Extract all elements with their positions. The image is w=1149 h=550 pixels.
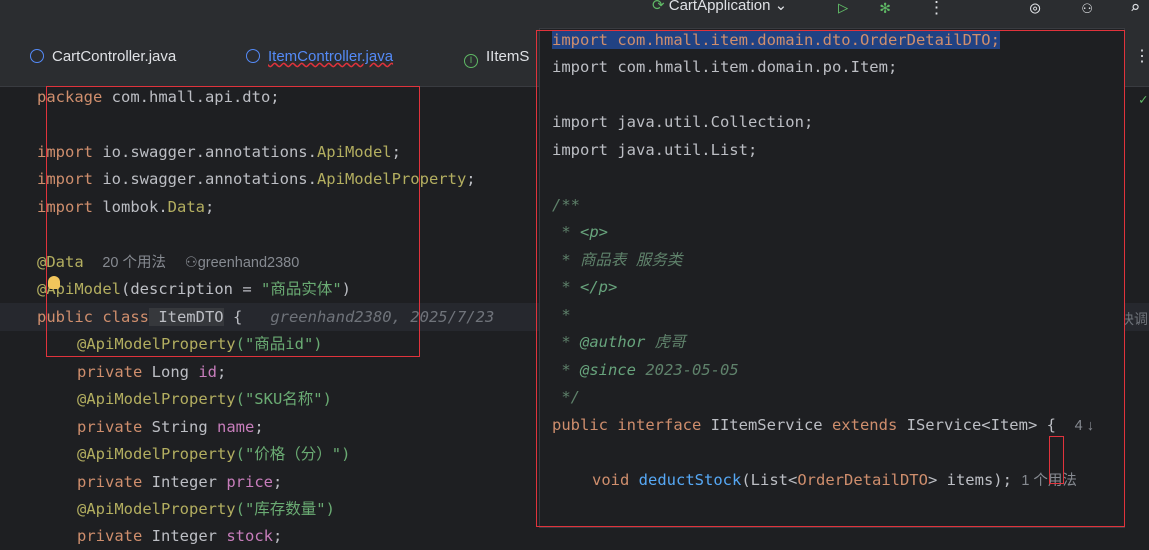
code-line-field-annotation: @ApiModelProperty("库存数量") bbox=[77, 500, 335, 518]
tab-overflow-icon[interactable]: ⋮ bbox=[1134, 46, 1149, 65]
code-line-field-annotation: @ApiModelProperty("SKU名称") bbox=[77, 390, 332, 408]
search-icon[interactable]: ⌕ bbox=[1130, 0, 1140, 18]
run-configuration-selector[interactable]: ⟳ CartApplication ⌄ bbox=[652, 0, 787, 14]
tab-label: ItemController.java bbox=[268, 48, 394, 65]
code-line-field-annotation: @ApiModelProperty("价格（分）") bbox=[77, 445, 351, 463]
annotation-box-small bbox=[1049, 436, 1064, 484]
spring-icon: ⟳ bbox=[652, 0, 665, 14]
main-toolbar: ⟳ CartApplication ⌄ ▷ ✻ ⋮ ◎ ⚇ ⌕ bbox=[0, 0, 1149, 28]
tab-cartcontroller[interactable]: CartController.java bbox=[30, 48, 176, 65]
no-problems-check-icon: ✓ bbox=[1139, 92, 1148, 108]
annotation-box-code bbox=[46, 86, 420, 357]
tab-label: CartController.java bbox=[52, 48, 177, 65]
tab-itemcontroller[interactable]: ItemController.java bbox=[246, 48, 393, 65]
class-icon bbox=[246, 49, 260, 63]
code-line-field: private Integer stock; bbox=[77, 527, 283, 545]
chevron-down-icon: ⌄ bbox=[774, 0, 788, 14]
code-line-field: private Long id; bbox=[77, 363, 227, 381]
class-icon bbox=[30, 49, 44, 63]
add-user-icon[interactable]: ⚇ bbox=[1082, 0, 1092, 18]
annotation-box-popup bbox=[536, 30, 1125, 527]
tab-iitemservice[interactable]: I IItemS bbox=[464, 48, 529, 68]
run-icon[interactable]: ▷ bbox=[838, 0, 848, 18]
more-options-icon[interactable]: ⋮ bbox=[928, 0, 945, 18]
ai-assistant-icon[interactable]: ◎ bbox=[1030, 0, 1040, 18]
debug-icon[interactable]: ✻ bbox=[880, 0, 890, 18]
code-line-field: private Integer price; bbox=[77, 473, 283, 491]
interface-icon: I bbox=[464, 54, 478, 68]
tab-label: IItemS bbox=[486, 48, 530, 65]
code-line-field: private String name; bbox=[77, 418, 264, 436]
run-config-label: CartApplication bbox=[668, 0, 771, 14]
